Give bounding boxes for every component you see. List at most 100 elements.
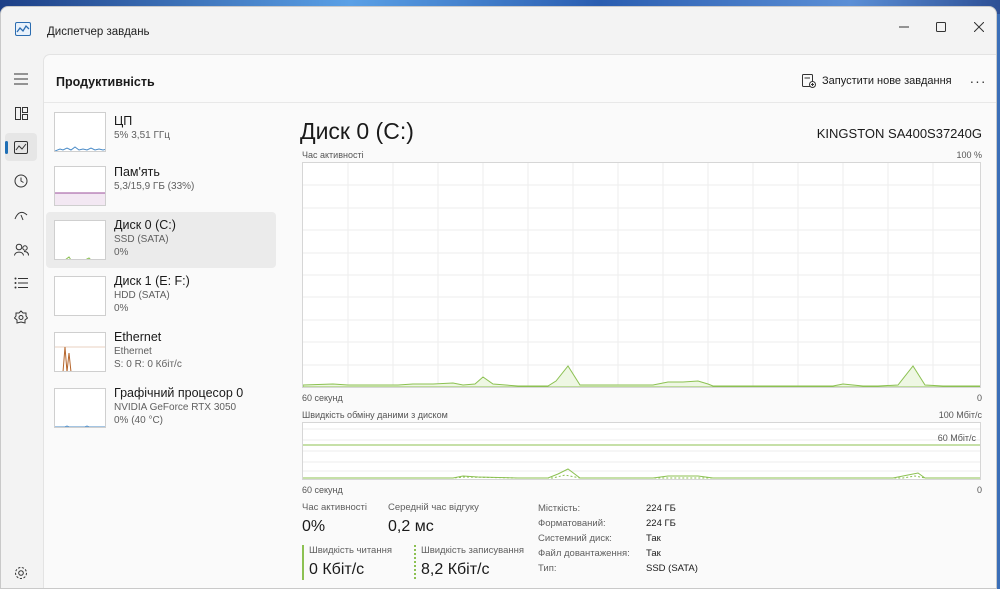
resource-name: Графічний процесор 0 bbox=[114, 386, 244, 400]
system-disk-label: Системний диск: bbox=[538, 533, 612, 544]
read-speed-value: 0 Кбіт/с bbox=[309, 561, 365, 578]
resource-detail: SSD (SATA) bbox=[114, 234, 169, 245]
services-icon bbox=[14, 310, 28, 324]
task-manager-app-icon bbox=[15, 22, 31, 36]
window-title: Диспетчер завдань bbox=[47, 26, 150, 38]
ethernet-thumbnail bbox=[54, 332, 106, 372]
more-options-button[interactable]: ··· bbox=[964, 70, 992, 92]
transfer-rate-reference: 60 Мбіт/с bbox=[937, 433, 976, 443]
run-task-icon bbox=[802, 74, 816, 88]
transfer-rate-graph-label: Швидкість обміну даними з диском bbox=[302, 410, 448, 420]
formatted-label: Форматований: bbox=[538, 518, 606, 529]
title-bar[interactable]: Диспетчер завдань bbox=[1, 7, 996, 53]
hamburger-menu-button[interactable] bbox=[5, 65, 37, 93]
resource-name: Ethernet bbox=[114, 330, 162, 344]
nav-app-history[interactable] bbox=[5, 167, 37, 195]
minimize-icon bbox=[899, 26, 909, 28]
settings-icon bbox=[15, 567, 27, 579]
active-time-graph-max: 100 % bbox=[956, 150, 982, 160]
capacity-value: 224 ГБ bbox=[646, 503, 676, 514]
maximize-button[interactable] bbox=[923, 13, 959, 41]
ethernet-sparkline bbox=[55, 346, 105, 371]
disk-detail-panel: Диск 0 (C:) KINGSTON SA400S37240G Час ак… bbox=[300, 110, 990, 588]
active-time-graph-label: Час активності bbox=[302, 150, 364, 160]
resource-detail: 5,3/15,9 ГБ (33%) bbox=[114, 181, 195, 192]
page-file-value: Так bbox=[646, 548, 661, 559]
read-speed-indicator bbox=[302, 545, 304, 580]
nav-startup[interactable] bbox=[5, 201, 37, 229]
resource-detail: HDD (SATA) bbox=[114, 290, 170, 301]
cpu-sparkline bbox=[55, 146, 105, 151]
formatted-value: 224 ГБ bbox=[646, 518, 676, 529]
users-icon bbox=[13, 243, 29, 256]
disk1-thumbnail bbox=[54, 276, 106, 316]
disk-title: Диск 0 (C:) bbox=[300, 118, 414, 144]
transfer-rate-chart bbox=[303, 428, 980, 479]
resource-usage: 0% bbox=[114, 303, 129, 314]
run-new-task-button[interactable]: Запустити нове завдання bbox=[802, 70, 952, 92]
resource-item-disk1[interactable]: Диск 1 (E: F:) HDD (SATA) 0% bbox=[46, 268, 276, 324]
nav-details[interactable] bbox=[5, 269, 37, 297]
read-speed-label: Швидкість читання bbox=[309, 545, 392, 556]
resource-item-cpu[interactable]: ЦП 5% 3,51 ГГц bbox=[46, 110, 276, 166]
gpu-sparkline bbox=[55, 425, 105, 427]
transfer-rate-graph-min: 0 bbox=[976, 485, 982, 495]
gpu-thumbnail bbox=[54, 388, 106, 428]
resource-name: ЦП bbox=[114, 114, 133, 128]
page-title: Продуктивність bbox=[56, 75, 155, 89]
active-time-chart bbox=[303, 163, 980, 387]
more-icon: ··· bbox=[969, 73, 987, 89]
run-task-label: Запустити нове завдання bbox=[822, 75, 952, 87]
disk-model: KINGSTON SA400S37240G bbox=[816, 126, 982, 141]
write-speed-indicator bbox=[414, 545, 416, 580]
resource-usage: S: 0 R: 0 Кбіт/с bbox=[114, 359, 182, 370]
write-speed-label: Швидкість записування bbox=[421, 545, 525, 556]
hamburger-icon bbox=[14, 73, 28, 85]
disk0-thumbnail bbox=[54, 220, 106, 260]
memory-sparkline bbox=[55, 192, 105, 205]
details-icon bbox=[14, 277, 28, 289]
resource-usage: 0% (40 °C) bbox=[114, 415, 164, 426]
capacity-label: Місткість: bbox=[538, 503, 581, 514]
resource-item-ethernet[interactable]: Ethernet Ethernet S: 0 R: 0 Кбіт/с bbox=[46, 324, 276, 380]
close-button[interactable] bbox=[961, 13, 996, 41]
resource-detail: 5% 3,51 ГГц bbox=[114, 130, 171, 141]
nav-services[interactable] bbox=[5, 303, 37, 331]
minimize-button[interactable] bbox=[886, 13, 922, 41]
disk-type-label: Тип: bbox=[538, 563, 557, 574]
disk-stats: Час активності 0% Середній час відгуку 0… bbox=[300, 502, 990, 588]
resource-usage: 0% bbox=[114, 247, 129, 258]
processes-icon bbox=[14, 106, 28, 120]
resource-detail: Ethernet bbox=[114, 346, 152, 357]
nav-settings[interactable] bbox=[5, 559, 37, 587]
transfer-rate-graph-timespan: 60 секунд bbox=[302, 485, 343, 495]
resource-name: Диск 1 (E: F:) bbox=[114, 274, 190, 288]
system-disk-value: Так bbox=[646, 533, 661, 544]
startup-icon bbox=[14, 211, 28, 221]
active-time-stat-value: 0% bbox=[302, 518, 326, 535]
navigation-rail bbox=[1, 53, 41, 588]
response-time-stat-label: Середній час відгуку bbox=[388, 502, 479, 513]
disk-type-value: SSD (SATA) bbox=[646, 563, 698, 574]
performance-icon bbox=[14, 140, 28, 154]
active-time-graph bbox=[302, 162, 981, 388]
nav-performance[interactable] bbox=[5, 133, 37, 161]
page-header: Продуктивність Запустити нове завдання ·… bbox=[44, 55, 996, 103]
response-time-stat-value: 0,2 мс bbox=[388, 518, 434, 535]
transfer-rate-graph: 60 Мбіт/с bbox=[302, 422, 981, 480]
transfer-rate-graph-max: 100 Мбіт/с bbox=[938, 410, 982, 420]
memory-thumbnail bbox=[54, 166, 106, 206]
nav-users[interactable] bbox=[5, 235, 37, 263]
resource-item-memory[interactable]: Пам'ять 5,3/15,9 ГБ (33%) bbox=[46, 161, 276, 217]
performance-page: Продуктивність Запустити нове завдання ·… bbox=[43, 54, 996, 588]
maximize-icon bbox=[936, 22, 946, 32]
resource-name: Диск 0 (C:) bbox=[114, 218, 176, 232]
resource-detail: NVIDIA GeForce RTX 3050 bbox=[114, 402, 237, 413]
active-time-graph-timespan: 60 секунд bbox=[302, 393, 343, 403]
disk0-sparkline bbox=[65, 256, 91, 259]
resource-item-gpu[interactable]: Графічний процесор 0 NVIDIA GeForce RTX … bbox=[46, 380, 276, 436]
app-history-icon bbox=[14, 174, 28, 188]
task-manager-window: Диспетчер завдань Продуктивність Запусти… bbox=[0, 6, 997, 589]
resource-item-disk0[interactable]: Диск 0 (C:) SSD (SATA) 0% bbox=[46, 212, 276, 268]
nav-processes[interactable] bbox=[5, 99, 37, 127]
